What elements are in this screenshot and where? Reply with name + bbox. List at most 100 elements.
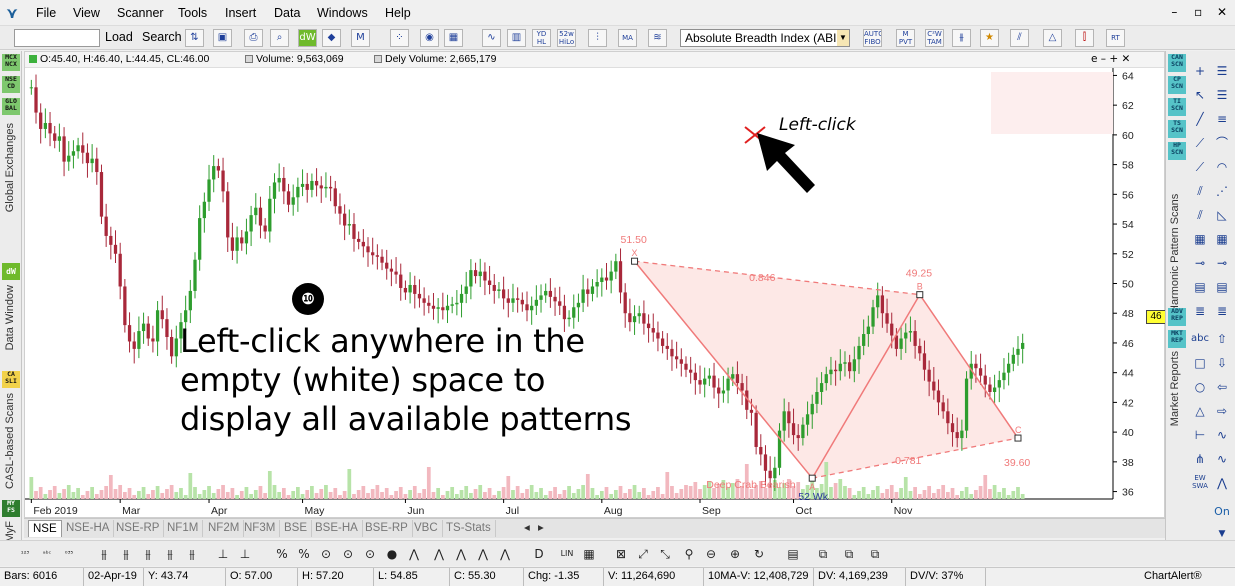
tab-bse[interactable]: BSE: [280, 520, 313, 537]
restore-button[interactable]: ▫: [1191, 5, 1205, 19]
ti-scn-button[interactable]: TI SCN: [1168, 98, 1186, 116]
menu-help[interactable]: Help: [385, 6, 411, 20]
on-toggle[interactable]: On: [1212, 503, 1232, 521]
draw-bars-icon[interactable]: ⫵: [95, 545, 113, 563]
moving-average-icon[interactable]: MA: [618, 29, 637, 47]
close-button[interactable]: ✕: [1215, 5, 1229, 19]
price-chart[interactable]: 36 38 40 42 44 46 48 50 52 54 56 58 60 62 64 Feb 2019 Ma…: [25, 52, 1166, 519]
chevron-down-icon[interactable]: ▼: [837, 30, 849, 46]
menu-scanner[interactable]: Scanner: [117, 6, 164, 20]
cycle3-icon[interactable]: ⊙: [361, 545, 379, 563]
fan-icon[interactable]: ⫽: [1010, 29, 1029, 47]
harmonic-pattern-scans-tab[interactable]: Harmonic Pattern Scans: [1169, 163, 1181, 313]
arrow-up-icon[interactable]: ⇧: [1212, 330, 1232, 348]
tab-scroll-right-icon[interactable]: ▸: [534, 520, 548, 537]
menu-file[interactable]: File: [36, 6, 56, 20]
52wk-icon[interactable]: 52w HiLo: [557, 29, 576, 47]
myfs-button[interactable]: MY FS: [2, 500, 20, 517]
wave-abc3-icon[interactable]: ⋀: [452, 545, 470, 563]
menu-insert[interactable]: Insert: [225, 6, 256, 20]
can-scn-button[interactable]: CAN SCN: [1168, 54, 1186, 72]
data-window-icon[interactable]: dW: [298, 29, 317, 47]
global-exchanges-tab[interactable]: Global Exchanges: [4, 123, 16, 212]
arrow-left-icon[interactable]: ⇦: [1212, 378, 1232, 396]
scatter-icon[interactable]: ⁘: [390, 29, 409, 47]
percent2-icon[interactable]: %: [295, 545, 313, 563]
mcx-ncx-button[interactable]: MCX NCX: [2, 54, 20, 71]
wave-abc-icon[interactable]: ⋀: [405, 545, 423, 563]
52wk-hilo-icon[interactable]: YD HL: [532, 29, 551, 47]
notes-icon[interactable]: ▤: [784, 545, 802, 563]
sl-channel-icon[interactable]: ⫽: [1190, 206, 1210, 224]
triangle-icon[interactable]: △: [1190, 402, 1210, 420]
wave-count-icon[interactable]: ⋀: [1212, 474, 1232, 492]
wave-abc5-icon[interactable]: ⋀: [496, 545, 514, 563]
ew-swa-button[interactable]: EW SWA: [1190, 474, 1210, 492]
paste-icon[interactable]: ⧉: [840, 545, 858, 563]
signals-icon[interactable]: ⫿: [1075, 29, 1094, 47]
ellipse-icon[interactable]: ○: [1190, 378, 1210, 396]
globe-icon[interactable]: ◉: [420, 29, 439, 47]
indicator-icon[interactable]: ∿: [482, 29, 501, 47]
menu-data[interactable]: Data: [274, 6, 300, 20]
record-icon[interactable]: ●: [383, 545, 401, 563]
pivot-icon[interactable]: M PVT: [896, 29, 915, 47]
minimize-button[interactable]: –: [1167, 5, 1181, 19]
print-icon[interactable]: ⎙: [244, 29, 263, 47]
arrow-right-icon[interactable]: ⇨: [1212, 402, 1232, 420]
menu-windows[interactable]: Windows: [317, 6, 368, 20]
grid-draw-icon[interactable]: ▦: [580, 545, 598, 563]
rt-icon[interactable]: RT: [1106, 29, 1125, 47]
fib-fan-icon[interactable]: ⋰: [1212, 182, 1232, 200]
format-icon[interactable]: ⧉: [866, 545, 884, 563]
bars-icon[interactable]: ⫵: [952, 29, 971, 47]
tab-nse-ha[interactable]: NSE-HA: [62, 520, 115, 537]
grid-alt-icon[interactable]: ▦: [1212, 230, 1232, 248]
pointer-icon[interactable]: ↖: [1190, 86, 1210, 104]
levels-icon[interactable]: ▤: [1190, 278, 1210, 296]
grid-icon[interactable]: ▦: [1190, 230, 1210, 248]
cycle-icon[interactable]: ⊙: [317, 545, 335, 563]
chart-window-controls[interactable]: e – + ✕: [1091, 52, 1130, 67]
tab-bse-rp[interactable]: BSE-RP: [361, 520, 413, 537]
zoom-in-icon[interactable]: ⊕: [726, 545, 744, 563]
candles-icon[interactable]: ⫶: [588, 29, 607, 47]
pitchfork-icon[interactable]: ⋔: [1190, 450, 1210, 468]
percent-icon[interactable]: %: [273, 545, 291, 563]
sl-line-icon[interactable]: ⟋: [1190, 134, 1210, 152]
harmonic-icon[interactable]: △: [1043, 29, 1062, 47]
levels-alt-icon[interactable]: ▤: [1212, 278, 1232, 296]
refresh-icon[interactable]: ↻: [750, 545, 768, 563]
data-window-button[interactable]: dW: [2, 263, 20, 280]
menu-view[interactable]: View: [73, 6, 100, 20]
tab-nf2m[interactable]: NF2M: [204, 520, 245, 537]
trendline-icon[interactable]: ╱: [1190, 110, 1210, 128]
fib-levels-alt-icon[interactable]: ≣: [1212, 302, 1232, 320]
load-button[interactable]: Load: [105, 30, 133, 44]
numbered-abc-icon[interactable]: ᵃᵇᶜ: [38, 545, 56, 563]
lines-icon[interactable]: ≡: [1212, 110, 1232, 128]
d-menu-icon[interactable]: D: [530, 545, 548, 563]
tab-ts-stats[interactable]: TS-Stats: [442, 520, 496, 537]
mail-icon[interactable]: M: [351, 29, 370, 47]
crosshair-icon[interactable]: +: [1190, 62, 1210, 80]
wave-icon[interactable]: ∿: [1212, 426, 1232, 444]
wedge-icon[interactable]: ◺: [1212, 206, 1232, 224]
wave-alt-icon[interactable]: ∿: [1212, 450, 1232, 468]
casl-button[interactable]: CA SLI: [2, 371, 20, 388]
casl-scans-tab[interactable]: CASL-based Scans: [4, 393, 16, 489]
sl-line2-icon[interactable]: ⟋: [1190, 158, 1210, 176]
measure-icon[interactable]: ⊢: [1190, 426, 1210, 444]
trend-icon[interactable]: ≋: [648, 29, 667, 47]
nse-cd-button[interactable]: NSE CD: [2, 76, 20, 93]
text-tool-button[interactable]: abc: [1190, 330, 1210, 348]
cycle2-icon[interactable]: ⊙: [339, 545, 357, 563]
arrow-down-icon[interactable]: ⇩: [1212, 354, 1232, 372]
zoom-out-icon[interactable]: ⊖: [702, 545, 720, 563]
tab-vbc[interactable]: VBC: [410, 520, 443, 537]
star-icon[interactable]: ★: [980, 29, 999, 47]
print-preview-icon[interactable]: ⌕: [270, 29, 289, 47]
search-button[interactable]: Search: [142, 30, 182, 44]
mkt-rep-button[interactable]: MKT REP: [1168, 330, 1186, 348]
rectangle-icon[interactable]: □: [1190, 354, 1210, 372]
